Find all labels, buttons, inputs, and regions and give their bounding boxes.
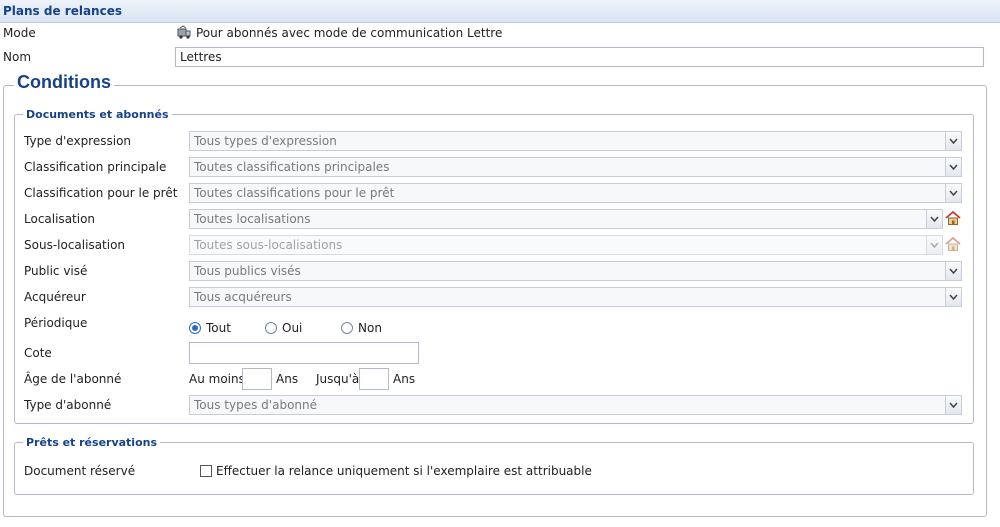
type-expression-combo[interactable]: Tous types d'expression: [189, 131, 962, 151]
classification-pret-label: Classification pour le prêt: [24, 186, 178, 200]
radio-unselected-icon[interactable]: [265, 322, 277, 334]
periodique-radio-tout[interactable]: Tout: [189, 320, 231, 336]
acquereur-value: Tous acquéreurs: [194, 290, 292, 304]
chevron-down-icon[interactable]: [945, 262, 961, 280]
conditions-legend: Conditions: [14, 72, 114, 93]
age-min-unit: Ans: [276, 372, 299, 386]
chevron-down-icon[interactable]: [926, 236, 942, 254]
classification-pret-value: Toutes classifications pour le prêt: [194, 186, 395, 200]
mail-truck-icon: [176, 25, 192, 41]
nom-input-value: Lettres: [180, 50, 222, 64]
classification-principale-combo[interactable]: Toutes classifications principales: [189, 157, 962, 177]
public-vise-value: Tous publics visés: [194, 264, 301, 278]
type-expression-label: Type d'expression: [24, 134, 132, 148]
periodique-radio-oui[interactable]: Oui: [265, 320, 302, 336]
localisation-value: Toutes localisations: [194, 212, 311, 226]
nom-input[interactable]: Lettres: [175, 47, 984, 67]
home-icon[interactable]: [944, 209, 962, 227]
panel-title: Plans de relances: [3, 4, 122, 18]
radio-selected-icon[interactable]: [189, 322, 201, 334]
classification-principale-label: Classification principale: [24, 160, 167, 174]
cote-label: Cote: [24, 346, 52, 360]
public-vise-combo[interactable]: Tous publics visés: [189, 261, 962, 281]
chevron-down-icon[interactable]: [926, 210, 942, 228]
classification-principale-value: Toutes classifications principales: [194, 160, 390, 174]
periodique-radio-non[interactable]: Non: [341, 320, 382, 336]
age-max-input[interactable]: [359, 368, 389, 390]
age-min-input[interactable]: [242, 368, 272, 390]
radio-non-label: Non: [358, 321, 382, 335]
acquereur-label: Acquéreur: [24, 290, 86, 304]
mode-label: Mode: [3, 26, 36, 40]
document-reserve-checkbox[interactable]: [200, 465, 212, 477]
documents-legend: Documents et abonnés: [23, 108, 172, 121]
sous-localisation-label: Sous-localisation: [24, 238, 126, 252]
chevron-down-icon[interactable]: [945, 158, 961, 176]
age-max-label: Jusqu'à: [316, 372, 360, 386]
classification-pret-combo[interactable]: Toutes classifications pour le prêt: [189, 183, 962, 203]
localisation-label: Localisation: [24, 212, 96, 226]
home-icon[interactable]: [944, 235, 962, 253]
age-min-label: Au moins: [189, 372, 245, 386]
localisation-combo[interactable]: Toutes localisations: [189, 209, 943, 229]
sous-localisation-combo[interactable]: Toutes sous-localisations: [189, 235, 943, 255]
document-reserve-checkbox-label[interactable]: Effectuer la relance uniquement si l'exe…: [216, 464, 592, 478]
chevron-down-icon[interactable]: [945, 396, 961, 414]
age-label: Âge de l'abonné: [24, 372, 122, 386]
age-max-unit: Ans: [393, 372, 416, 386]
chevron-down-icon[interactable]: [945, 288, 961, 306]
radio-unselected-icon[interactable]: [341, 322, 353, 334]
type-abonne-label: Type d'abonné: [24, 398, 112, 412]
mode-value: Pour abonnés avec mode de communication …: [196, 26, 503, 40]
chevron-down-icon[interactable]: [945, 132, 961, 150]
panel-header: Plans de relances: [0, 0, 1000, 23]
periodique-label: Périodique: [24, 316, 88, 330]
chevron-down-icon[interactable]: [945, 184, 961, 202]
nom-label: Nom: [3, 50, 32, 64]
mode-value-line: Pour abonnés avec mode de communication …: [176, 25, 502, 41]
sous-localisation-value: Toutes sous-localisations: [194, 238, 343, 252]
radio-tout-label: Tout: [206, 321, 231, 335]
public-vise-label: Public visé: [24, 264, 88, 278]
acquereur-combo[interactable]: Tous acquéreurs: [189, 287, 962, 307]
prets-legend: Prêts et réservations: [23, 436, 161, 449]
type-abonne-combo[interactable]: Tous types d'abonné: [189, 395, 962, 415]
document-reserve-label: Document réservé: [24, 464, 136, 478]
radio-oui-label: Oui: [282, 321, 303, 335]
type-expression-value: Tous types d'expression: [194, 134, 337, 148]
type-abonne-value: Tous types d'abonné: [194, 398, 317, 412]
cote-input[interactable]: [189, 342, 419, 364]
